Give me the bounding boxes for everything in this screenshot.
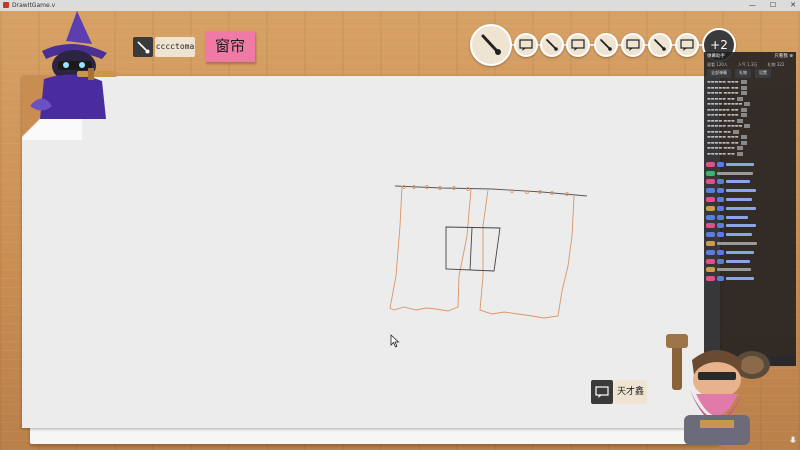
window-controls: — ☐ ✕ [749, 0, 796, 11]
chat-stat-popularity: 人气 1.3万 [737, 62, 758, 67]
wizard-character [30, 11, 117, 119]
turn-slot-4[interactable] [594, 33, 618, 57]
guesser-chat-badge [591, 380, 613, 404]
brush-icon [546, 39, 558, 51]
chat-title: 弹幕助手 [707, 54, 725, 59]
chat-stats: 观看 120人 人气 1.3万 礼物 322 [704, 61, 796, 69]
chat-tab-settings[interactable]: 设置 [755, 69, 771, 78]
turn-slot-2[interactable] [540, 33, 564, 57]
list-item [706, 249, 794, 256]
brush-icon [481, 34, 501, 55]
guesser-name: 天才鑫 [614, 380, 647, 404]
minimize-button[interactable]: — [749, 0, 756, 11]
brush-icon [600, 39, 612, 51]
list-item [706, 205, 794, 212]
mouse-cursor-icon [390, 334, 400, 348]
list-item [706, 161, 794, 168]
turn-slot-6[interactable] [648, 33, 672, 57]
left-curtain-stroke [389, 185, 472, 312]
chat-bubble-icon [571, 39, 585, 51]
turn-slot-5[interactable] [621, 33, 645, 57]
chat-log: ▬▬▬▬▬ ▬▬▬ ▬▬▬▬▬▬ ▬▬ ▬▬▬▬ ▬▬▬▬ ▬▬▬▬▬ ▬▬ ▬… [704, 78, 796, 157]
list-item [706, 196, 794, 203]
list-item [706, 170, 794, 177]
list-item [706, 240, 794, 247]
list-item [706, 231, 794, 238]
curtain-rod-stroke [394, 185, 588, 197]
chat-bubble-icon [519, 39, 533, 51]
window-divider-stroke [469, 227, 473, 271]
window-frame-stroke [445, 226, 501, 272]
dwarf-character [666, 334, 770, 445]
drawer-brush-badge [133, 37, 153, 57]
brush-icon [137, 41, 150, 54]
chat-stat-gifts: 礼物 322 [767, 62, 785, 67]
prompt-word-card: 窗帘 [205, 31, 255, 62]
close-button[interactable]: ✕ [790, 0, 796, 11]
chat-bubble-icon [626, 39, 640, 51]
list-item [706, 179, 794, 186]
list-item [706, 258, 794, 265]
app-icon [3, 2, 9, 8]
danmaku-list [704, 161, 796, 282]
chat-bubble-icon [595, 386, 609, 398]
chat-tabs: 全部弹幕 礼物 设置 [704, 69, 796, 78]
current-turn-brush[interactable] [470, 24, 512, 66]
list-item [706, 187, 794, 194]
chat-header: 弹幕助手 只看我 ⊕ [704, 52, 796, 61]
chat-filter-toggle[interactable]: 只看我 ⊕ [774, 52, 793, 61]
drawing-strokes [389, 185, 588, 319]
turn-order-bar: +2 [470, 24, 742, 66]
list-item [706, 223, 794, 230]
list-item [706, 275, 794, 282]
microphone-icon[interactable] [789, 436, 797, 446]
list-item [706, 267, 794, 274]
brush-icon [654, 39, 666, 51]
chat-panel[interactable]: 弹幕助手 只看我 ⊕ 观看 120人 人气 1.3万 礼物 322 全部弹幕 礼… [704, 52, 796, 366]
chat-bubble-icon [680, 39, 694, 51]
right-curtain-stroke [479, 189, 575, 319]
chat-tab-gifts[interactable]: 礼物 [735, 69, 751, 78]
window-title: DrawItGame.v [12, 2, 56, 9]
turn-slot-1[interactable] [514, 33, 538, 57]
turn-slot-7[interactable] [675, 33, 699, 57]
chat-stat-viewers: 观看 120人 [707, 62, 728, 67]
guesser-chip: 天才鑫 [591, 380, 647, 404]
turn-slot-3[interactable] [566, 33, 590, 57]
chat-line: ▬▬▬▬▬ ▬▬ [707, 151, 793, 157]
drawer-name: cccctoma [155, 37, 195, 57]
maximize-button[interactable]: ☐ [770, 0, 776, 11]
list-item [706, 214, 794, 221]
chat-tab-all[interactable]: 全部弹幕 [707, 69, 731, 78]
